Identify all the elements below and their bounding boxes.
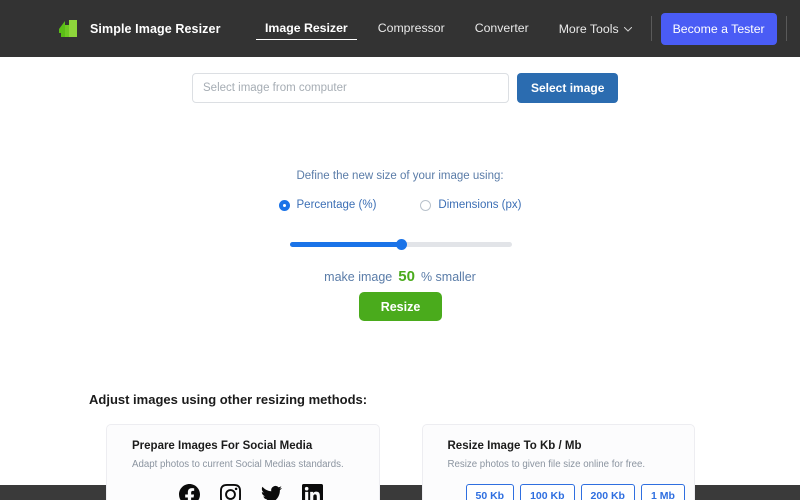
nav-item-converter-label: Converter: [474, 21, 529, 35]
facebook-icon[interactable]: [179, 484, 200, 500]
other-methods-title: Adjust images using other resizing metho…: [89, 392, 368, 407]
card-resize-to-filesize-title: Resize Image To Kb / Mb: [447, 440, 582, 452]
upload-row: Select image: [192, 73, 619, 103]
twitter-icon[interactable]: [261, 484, 282, 500]
slider-thumb[interactable]: [395, 239, 407, 250]
chevron-down-icon: [623, 0, 632, 57]
social-icon-row: [132, 484, 379, 500]
percentage-slider[interactable]: [290, 239, 512, 250]
radio-dimensions-indicator[interactable]: [420, 199, 432, 211]
file-path-input[interactable]: [192, 73, 509, 103]
define-size-label: Define the new size of your image using:: [296, 170, 504, 182]
filesize-button-50kb[interactable]: 50 Kb: [465, 484, 515, 500]
card-resize-to-filesize-subtitle: Resize photos to given file size online …: [447, 459, 646, 470]
size-prefix-label: make image: [324, 270, 393, 284]
brand-name: Simple Image Resizer: [90, 21, 221, 36]
card-resize-to-filesize[interactable]: Resize Image To Kb / Mb Resize photos to…: [421, 424, 695, 500]
nav-item-for-business[interactable]: For Business: [791, 0, 800, 57]
size-percent-value: 50: [398, 268, 415, 285]
nav-item-image-resizer-label: Image Resizer: [265, 21, 348, 35]
radio-option-percentage[interactable]: Percentage (%): [278, 199, 377, 211]
size-mode-radio-group: Percentage (%) Dimensions (px): [0, 199, 800, 211]
size-suffix-label: % smaller: [420, 270, 476, 284]
brand-logo[interactable]: Simple Image Resizer: [55, 16, 221, 42]
filesize-button-200kb[interactable]: 200 Kb: [580, 484, 635, 500]
nav-item-more-tools[interactable]: More Tools: [544, 0, 647, 58]
filesize-button-1mb[interactable]: 1 Mb: [640, 484, 685, 500]
card-social-media-subtitle: Adapt photos to current Social Medias st…: [132, 459, 344, 470]
radio-dimensions-label: Dimensions (px): [438, 199, 522, 211]
radio-percentage-indicator[interactable]: [278, 199, 290, 211]
filesize-button-100kb[interactable]: 100 Kb: [520, 484, 575, 500]
slider-fill: [290, 242, 401, 247]
main-navigation: Image Resizer Compressor Converter More …: [250, 0, 800, 57]
linkedin-icon[interactable]: [302, 484, 323, 500]
radio-option-dimensions[interactable]: Dimensions (px): [420, 199, 521, 211]
nav-item-compressor[interactable]: Compressor: [363, 0, 460, 57]
nav-item-more-tools-label: More Tools: [558, 21, 619, 36]
nav-item-image-resizer[interactable]: Image Resizer: [250, 0, 363, 57]
select-image-button[interactable]: Select image: [517, 73, 619, 103]
radio-percentage-label: Percentage (%): [296, 199, 377, 211]
nav-item-converter[interactable]: Converter: [460, 0, 544, 57]
card-social-media[interactable]: Prepare Images For Social Media Adapt ph…: [106, 424, 380, 500]
instagram-icon[interactable]: [220, 484, 241, 500]
nav-divider-right: [785, 16, 787, 41]
green-arrow-logo-icon: [55, 16, 81, 42]
nav-divider-left: [650, 16, 652, 41]
methods-card-list: Prepare Images For Social Media Adapt ph…: [106, 424, 695, 500]
size-description: make image 50 % smaller: [0, 268, 800, 285]
nav-item-compressor-label: Compressor: [377, 21, 445, 35]
main-content: Select image Define the new size of your…: [0, 57, 800, 500]
filesize-button-row: 50 Kb 100 Kb 200 Kb 1 Mb: [448, 484, 695, 500]
become-a-tester-button[interactable]: Become a Tester: [660, 12, 777, 45]
site-header: Simple Image Resizer Image Resizer Compr…: [0, 0, 800, 57]
card-social-media-title: Prepare Images For Social Media: [132, 440, 313, 452]
resize-button[interactable]: Resize: [359, 292, 442, 321]
